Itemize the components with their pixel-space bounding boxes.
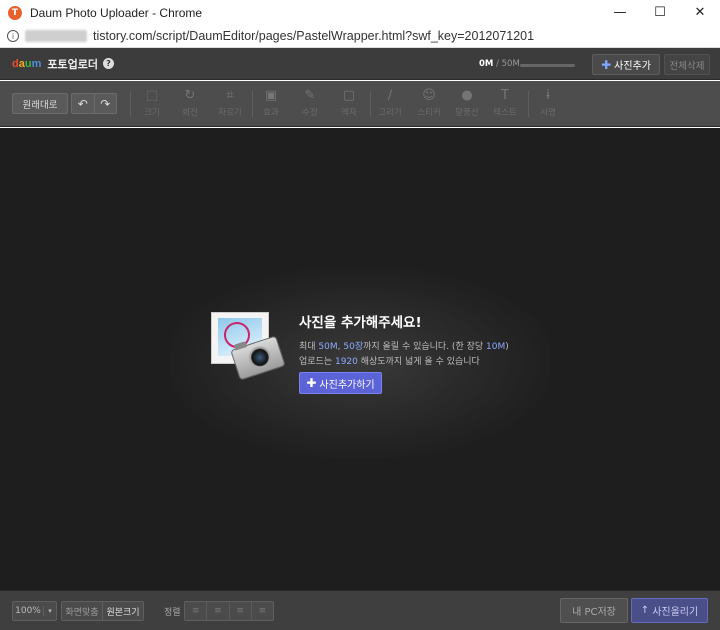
usage-progress-bar [520,64,575,67]
align-justify-icon[interactable]: ≡ [252,602,273,620]
plus-icon: ✚ [306,376,317,390]
url-text[interactable]: tistory.com/script/DaumEditor/pages/Past… [93,29,534,43]
delete-all-button[interactable]: 전체삭제 [664,54,710,75]
photo-canvas[interactable]: 사진을 추가해주세요! 최대 50M, 50장까지 올릴 수 있습니다. (한 … [0,128,720,590]
tool-sticker[interactable]: ☺ 스티커 [409,87,449,121]
upload-photos-button[interactable]: ↑ 사진올리기 [631,598,708,623]
resolution-text: 업로드는 1920 해상도까지 넓게 올 수 있습니다 [299,357,480,367]
app-name: 포토업로더 [47,57,98,71]
speech-bubble-icon: ● [461,88,473,103]
fit-screen-button[interactable]: 화면맞춤 [62,602,103,620]
add-photo-button[interactable]: ✚ 사진추가 [592,54,660,75]
tool-draw[interactable]: ∕ 그리기 [370,87,410,121]
tool-frame[interactable]: ▢ 액자 [329,87,369,121]
bottom-bar: 100% ▾ 화면맞춤 원본크기 정렬 ≡ ≡ ≡ ≡ 내 PC저장 ↑ 사진올리… [0,590,720,630]
pen-icon: ɨ [546,88,550,103]
smiley-icon: ☺ [422,88,436,103]
maximize-button[interactable]: ☐ [640,0,680,25]
storage-usage: 0M / 50M [479,59,520,69]
original-size-button[interactable]: 원본크기 [103,602,143,620]
align-right-icon[interactable]: ≡ [230,602,252,620]
tool-label: 자르기 [218,108,242,118]
zoom-value: 100% [13,606,44,616]
crop-icon: ⌗ [226,88,234,103]
align-center-icon[interactable]: ≡ [207,602,230,620]
tool-label: 스티커 [417,108,441,118]
align-group: ≡ ≡ ≡ ≡ [184,601,274,621]
tool-label: 회전 [182,108,198,118]
rotate-icon: ↻ [184,88,196,103]
effect-icon: ▣ [264,88,278,103]
tool-signature[interactable]: ɨ 서명 [528,87,568,121]
tool-text[interactable]: T 텍스트 [485,87,525,121]
save-to-pc-button[interactable]: 내 PC저장 [560,598,628,623]
undo-redo-group: ↶ ↷ [71,93,117,114]
align-left-icon[interactable]: ≡ [185,602,208,620]
divider [130,91,131,117]
blurred-subdomain [25,30,87,42]
tool-resize[interactable]: ⬚ 크기 [132,87,172,121]
reset-original-button[interactable]: 원래대로 [12,93,68,114]
usage-used: 0M [479,59,494,69]
tool-speech-bubble[interactable]: ● 말풍선 [447,87,487,121]
tool-rotate[interactable]: ↻ 회전 [170,87,210,121]
upload-arrow-icon: ↑ [640,605,650,616]
daum-logo: daum [12,57,42,70]
info-icon[interactable]: i [7,30,19,42]
brush-icon: ∕ [387,88,393,103]
align-label: 정렬 [164,608,181,618]
tool-crop[interactable]: ⌗ 자르기 [210,87,250,121]
tool-label: 서명 [540,108,556,118]
chevron-down-icon[interactable]: ▾ [44,607,56,615]
plus-icon: ✚ [601,57,612,72]
app-icon: T [8,5,22,20]
usage-total: / 50M [493,59,520,69]
undo-icon[interactable]: ↶ [72,94,95,113]
resize-icon: ⬚ [145,88,159,103]
empty-state-title: 사진을 추가해주세요! [299,315,422,331]
eraser-icon: ✎ [304,88,316,103]
text-icon: T [501,88,509,103]
tool-label: 그리기 [378,108,402,118]
frame-icon: ▢ [342,88,356,103]
tool-label: 말풍선 [455,108,479,118]
window-titlebar: T Daum Photo Uploader - Chrome — ☐ ✕ [0,0,720,25]
address-bar[interactable]: i tistory.com/script/DaumEditor/pages/Pa… [0,25,720,48]
window-title: Daum Photo Uploader - Chrome [30,5,203,20]
tool-label: 효과 [263,108,279,118]
tool-label: 텍스트 [493,108,517,118]
upload-limit-text: 최대 50M, 50장까지 올릴 수 있습니다. (한 장당 10M) [299,342,509,352]
tool-label: 수정 [302,108,318,118]
zoom-select[interactable]: 100% ▾ [12,601,57,621]
add-photos-cta-button[interactable]: ✚ 사진추가하기 [299,372,382,394]
edit-toolbar: 원래대로 ↶ ↷ ⬚ 크기 ↻ 회전 ⌗ 자르기 ▣ 효과 ✎ 수정 ▢ 액자 … [0,81,720,127]
window-controls: — ☐ ✕ [600,0,720,25]
redo-icon[interactable]: ↷ [95,94,117,113]
tool-label: 액자 [341,108,357,118]
help-icon[interactable]: ? [102,58,114,69]
tool-adjust[interactable]: ✎ 수정 [290,87,330,121]
view-size-group: 화면맞춤 원본크기 [61,601,144,621]
tool-label: 크기 [144,108,160,118]
minimize-button[interactable]: — [600,0,640,25]
tool-effect[interactable]: ▣ 효과 [251,87,291,121]
close-button[interactable]: ✕ [680,0,720,25]
